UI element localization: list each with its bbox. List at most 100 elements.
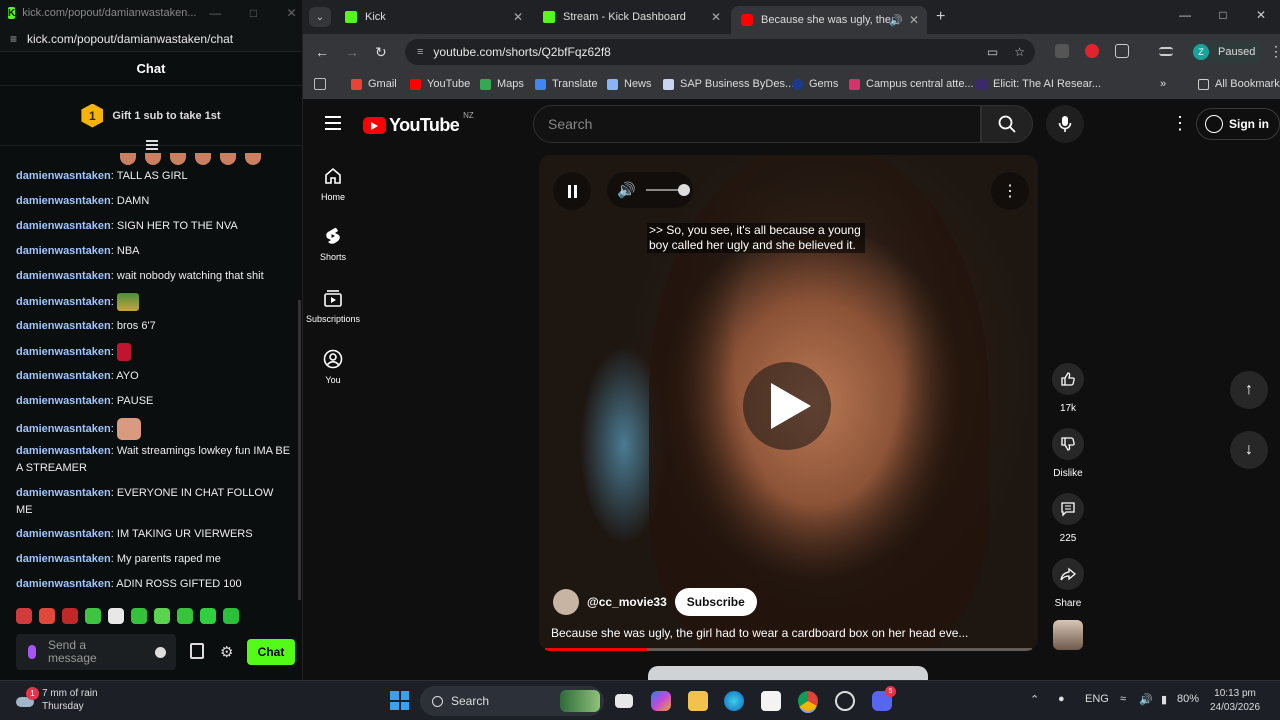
reload-icon[interactable]: ↻	[375, 44, 387, 61]
search-button[interactable]	[981, 105, 1033, 143]
shorts-video-player[interactable]: 🔊 ⋮ >> So, you see, it's all because a y…	[539, 155, 1038, 651]
bookmark-sap[interactable]: SAP Business ByDes...	[663, 78, 794, 90]
kick-url-bar[interactable]: ≡ kick.com/popout/damianwastaken/chat	[0, 26, 302, 52]
maximize-icon[interactable]: □	[235, 6, 273, 20]
volume-slider[interactable]	[645, 184, 690, 196]
open-in-app-icon[interactable]: ▭	[987, 45, 998, 59]
minimize-icon[interactable]: —	[197, 6, 235, 20]
close-tab-icon[interactable]: ✕	[909, 13, 919, 27]
comments-action[interactable]: 225	[1051, 493, 1085, 544]
chat-username[interactable]: damienwasntaken	[16, 220, 111, 232]
chrome-menu-icon[interactable]: ⋮	[1269, 43, 1280, 60]
battery-icon[interactable]: ▮	[1161, 693, 1167, 706]
speaker-icon[interactable]: 🔊	[1139, 693, 1153, 706]
chat-scrollbar[interactable]	[298, 300, 301, 600]
emote-button[interactable]	[108, 608, 124, 624]
language-indicator[interactable]: ENG	[1085, 693, 1109, 705]
bookmark-gems[interactable]: Gems	[792, 78, 838, 90]
chat-username[interactable]: damienwasntaken	[16, 528, 111, 540]
task-view-icon[interactable]	[615, 694, 633, 708]
next-short-button[interactable]: ↓	[1230, 431, 1268, 469]
site-info-icon[interactable]: ≡	[417, 46, 423, 58]
emote-button[interactable]	[39, 608, 55, 624]
steam-icon[interactable]	[835, 691, 855, 711]
maximize-icon[interactable]: □	[1204, 8, 1242, 22]
more-options-icon[interactable]: ⋮	[1171, 114, 1189, 132]
sidebar-item-you[interactable]: You	[303, 349, 363, 385]
chat-username[interactable]: damienwasntaken	[16, 370, 111, 382]
pause-button[interactable]	[553, 172, 591, 210]
dislike-button[interactable]	[1052, 428, 1084, 460]
show-hidden-icons-icon[interactable]: ⌃	[1030, 693, 1039, 706]
progress-bar[interactable]	[545, 648, 1032, 651]
sidebar-item-subscriptions[interactable]: Subscriptions	[303, 288, 363, 324]
chat-username[interactable]: damienwasntaken	[16, 245, 111, 257]
edge-icon[interactable]	[724, 691, 744, 711]
apps-grid-icon[interactable]	[314, 78, 332, 90]
bookmark-elicit[interactable]: Elicit: The AI Resear...	[976, 78, 1101, 90]
bookmark-gmail[interactable]: Gmail	[351, 78, 397, 90]
extension-icon[interactable]	[1055, 44, 1069, 58]
chat-username[interactable]: damienwasntaken	[16, 423, 111, 435]
emote-button[interactable]	[154, 608, 170, 624]
volume-icon[interactable]: 🔊	[617, 181, 636, 199]
youtube-logo[interactable]: YouTube NZ	[363, 111, 474, 136]
minimize-icon[interactable]: —	[1166, 8, 1204, 22]
sidebar-item-shorts[interactable]: Shorts	[303, 226, 363, 262]
audio-playing-icon[interactable]: 🔊	[889, 14, 903, 27]
extension-icon[interactable]	[1085, 44, 1099, 58]
taskbar-search[interactable]: Search	[420, 686, 604, 716]
more-bookmarks-icon[interactable]: »	[1160, 78, 1166, 90]
chat-message-input[interactable]: Send a message	[16, 634, 176, 670]
voice-search-button[interactable]	[1046, 105, 1084, 143]
play-button[interactable]	[743, 362, 831, 450]
media-controls-icon[interactable]	[1159, 47, 1173, 56]
windows-start-icon[interactable]	[390, 691, 409, 710]
tab-kick[interactable]: Kick ✕	[335, 4, 531, 30]
like-button[interactable]	[1052, 363, 1084, 395]
emote-button[interactable]	[62, 608, 78, 624]
emote-button[interactable]	[200, 608, 216, 624]
emote-button[interactable]	[177, 608, 193, 624]
tab-search-icon[interactable]: ⌄	[309, 7, 331, 27]
short-more-options-icon[interactable]: ⋮	[991, 172, 1029, 210]
copilot-icon[interactable]	[651, 691, 671, 711]
chat-username[interactable]: damienwasntaken	[16, 395, 111, 407]
pinned-filter-icon[interactable]	[146, 140, 158, 150]
sign-in-button[interactable]: Sign in	[1196, 108, 1280, 140]
send-chat-button[interactable]: Chat	[247, 639, 295, 665]
like-action[interactable]: 17k	[1051, 363, 1085, 414]
forward-icon[interactable]: →	[345, 44, 359, 60]
close-tab-icon[interactable]: ✕	[513, 10, 523, 24]
close-tab-icon[interactable]: ✕	[711, 10, 721, 24]
channel-name[interactable]: @cc_movie33	[587, 595, 667, 609]
sidebar-item-home[interactable]: Home	[303, 166, 363, 202]
tab-youtube-short[interactable]: Because she was ugly, the c 🔊 ✕	[731, 6, 927, 34]
emote-button[interactable]	[131, 608, 147, 624]
next-short-preview[interactable]	[648, 666, 928, 680]
gear-icon[interactable]: ⚙	[220, 643, 233, 661]
emote-button[interactable]	[85, 608, 101, 624]
emote-button[interactable]	[223, 608, 239, 624]
bookmark-youtube[interactable]: YouTube	[410, 78, 470, 90]
hamburger-menu-icon[interactable]	[325, 116, 341, 134]
chat-username[interactable]: damienwasntaken	[16, 445, 111, 457]
volume-control[interactable]: 🔊	[607, 172, 693, 208]
microphone-icon[interactable]: ●	[1058, 693, 1065, 705]
chat-username[interactable]: damienwasntaken	[16, 487, 111, 499]
chat-username[interactable]: damienwasntaken	[16, 553, 111, 565]
chat-username[interactable]: damienwasntaken	[16, 270, 111, 282]
mic-icon[interactable]	[28, 645, 36, 659]
chat-username[interactable]: damienwasntaken	[16, 346, 111, 358]
extensions-puzzle-icon[interactable]	[1115, 44, 1129, 58]
gift-icon[interactable]	[190, 643, 204, 659]
tab-kick-dashboard[interactable]: Stream - Kick Dashboard ✕	[533, 4, 729, 30]
profile-button[interactable]: Z Paused	[1190, 41, 1264, 63]
bookmark-news[interactable]: News	[607, 78, 652, 90]
bookmark-star-icon[interactable]: ☆	[1014, 45, 1025, 59]
chat-username[interactable]: damienwasntaken	[16, 170, 111, 182]
share-button[interactable]	[1052, 558, 1084, 590]
bookmark-campus[interactable]: Campus central atte...	[849, 78, 974, 90]
chat-username[interactable]: damienwasntaken	[16, 320, 111, 332]
search-input[interactable]: Search	[533, 105, 981, 143]
